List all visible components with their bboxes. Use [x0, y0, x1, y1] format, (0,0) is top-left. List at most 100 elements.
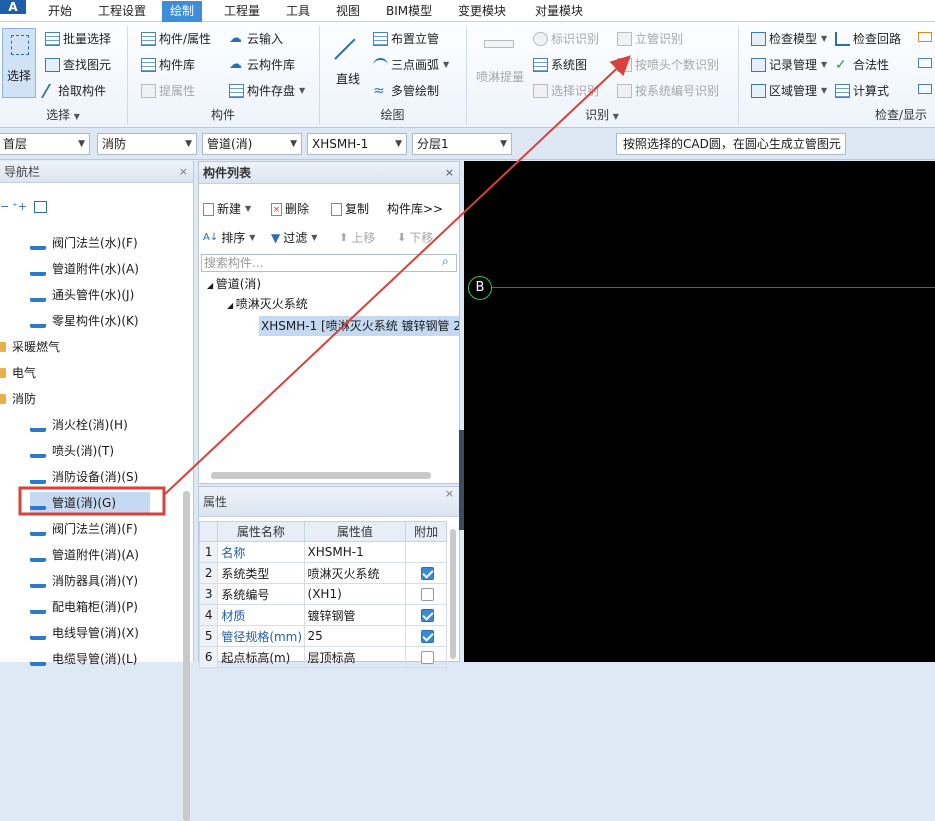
menu-tab[interactable]: 开始	[40, 1, 80, 22]
expand-icon[interactable]: ⁺+	[12, 200, 27, 213]
sort-button[interactable]: A↓ 排序 ▼	[203, 227, 255, 249]
property-value[interactable]: XHSMH-1	[303, 541, 407, 563]
mark-identify-button[interactable]: 标识识别	[533, 28, 599, 50]
tree-root[interactable]: ◢ 管道(消)	[207, 274, 261, 294]
layer-select[interactable]: 分层1 ▼	[412, 133, 512, 155]
nav-item[interactable]: 管道(消)(G)	[30, 492, 150, 514]
nav-item[interactable]: 管道附件(消)(A)	[30, 544, 139, 566]
nav-item[interactable]: 电缆导管(消)(L)	[30, 648, 137, 670]
properties-scrollbar[interactable]	[450, 529, 456, 659]
identify-by-system-number-button[interactable]: 按系统编号识别	[617, 80, 719, 102]
close-icon[interactable]: ×	[179, 161, 188, 183]
legality-button[interactable]: ✓ 合法性	[835, 54, 889, 76]
property-row[interactable]: 4 材质 镀锌钢管	[198, 604, 447, 626]
property-row[interactable]: 5 管径规格(mm) 25	[198, 625, 447, 647]
checkbox[interactable]	[421, 588, 435, 601]
component-library-link[interactable]: 构件库>>	[387, 198, 443, 220]
edit-icon[interactable]	[34, 201, 47, 213]
nav-scrollbar[interactable]	[183, 491, 190, 821]
component-attr-button[interactable]: 构件/属性	[141, 28, 211, 50]
riser-identify-button[interactable]: 立管识别	[617, 28, 683, 50]
property-value[interactable]: 喷淋灭火系统	[303, 562, 407, 584]
close-icon[interactable]: ×	[445, 487, 454, 501]
tree-leaf-selected[interactable]: XHSMH-1 [喷淋灭火系统 镀锌钢管 25]	[259, 316, 459, 336]
property-row[interactable]: 2 系统类型 喷淋灭火系统	[198, 562, 447, 584]
sprinkler-lift-button[interactable]: 喷淋提量	[474, 32, 526, 96]
new-button[interactable]: 新建 ▼	[203, 198, 251, 220]
move-up-button[interactable]: ⬆ 上移	[339, 227, 375, 249]
menu-tab[interactable]: 工程量	[216, 1, 268, 22]
nav-item[interactable]: 采暖燃气	[0, 336, 60, 358]
nav-item[interactable]: 阀门法兰(消)(F)	[30, 518, 138, 540]
more-icon[interactable]	[918, 32, 932, 42]
nav-item[interactable]: 配电箱柜(消)(P)	[30, 596, 138, 618]
drawing-canvas[interactable]: B	[464, 161, 935, 662]
nav-item[interactable]: 通头管件(水)(J)	[30, 284, 134, 306]
collapse-icon[interactable]: −	[0, 200, 9, 213]
nav-item[interactable]: 消防器具(消)(Y)	[30, 570, 138, 592]
menu-tab[interactable]: 对量模块	[527, 1, 591, 22]
nav-item[interactable]: 喷头(消)(T)	[30, 440, 114, 462]
component-save-button[interactable]: 构件存盘 ▼	[229, 80, 305, 102]
delete-button[interactable]: × 删除	[271, 198, 309, 220]
component-library-button[interactable]: 构件库	[141, 54, 195, 76]
menu-tab[interactable]: 视图	[328, 1, 368, 22]
check-model-button[interactable]: 检查模型 ▼	[751, 28, 827, 50]
menu-tab[interactable]: 工具	[278, 1, 318, 22]
area-management-button[interactable]: 区域管理 ▼	[751, 80, 827, 102]
property-value[interactable]: (XH1)	[303, 583, 407, 605]
nav-item[interactable]: 消防设备(消)(S)	[30, 466, 138, 488]
copy-button[interactable]: 复制	[331, 198, 369, 220]
property-row[interactable]: 6 起点标高(m) 层顶标高	[198, 646, 447, 668]
type-select[interactable]: 管道(消) ▼	[202, 133, 302, 155]
menu-tab[interactable]: BIM模型	[378, 1, 440, 22]
three-point-arc-button[interactable]: 三点画弧 ▼	[373, 54, 449, 76]
floor-select[interactable]: 首层 ▼	[0, 133, 90, 155]
move-down-button[interactable]: ⬇ 下移	[397, 227, 433, 249]
cloud-input-button[interactable]: ☁ 云输入	[229, 28, 283, 50]
select-group-label[interactable]: 选择 ▼	[0, 106, 126, 124]
nav-item[interactable]: 消防	[0, 388, 36, 410]
multi-pipe-draw-button[interactable]: ≈ 多管绘制	[373, 80, 439, 102]
close-icon[interactable]: ×	[445, 162, 454, 184]
axis-label-b[interactable]: B	[468, 276, 492, 300]
checkbox[interactable]	[421, 630, 435, 643]
checkbox[interactable]	[421, 567, 435, 580]
more-icon[interactable]	[918, 84, 932, 94]
extract-attr-button[interactable]: 提属性	[141, 80, 195, 102]
system-diagram-button[interactable]: 系统图	[533, 54, 587, 76]
find-element-button[interactable]: 查找图元	[45, 54, 111, 76]
select-button[interactable]: 选择	[2, 28, 36, 98]
batch-select-button[interactable]: 批量选择	[45, 28, 111, 50]
property-value[interactable]: 层顶标高	[303, 646, 407, 668]
component-list-hscrollbar[interactable]	[211, 472, 431, 479]
nav-item[interactable]: 零星构件(水)(K)	[30, 310, 139, 332]
nav-item[interactable]: 阀门法兰(水)(F)	[30, 232, 138, 254]
checkbox[interactable]	[421, 609, 435, 622]
property-value[interactable]: 镀锌钢管	[303, 604, 407, 626]
identify-group-label[interactable]: 识别 ▼	[467, 106, 737, 124]
cloud-library-button[interactable]: ☁ 云构件库	[229, 54, 295, 76]
line-button[interactable]: 直线	[330, 28, 366, 98]
identify-by-head-count-button[interactable]: 按喷头个数识别	[617, 54, 719, 76]
check-loop-button[interactable]: 检查回路	[835, 28, 901, 50]
component-select[interactable]: XHSMH-1 ▼	[307, 133, 407, 155]
nav-item[interactable]: 管道附件(水)(A)	[30, 258, 139, 280]
discipline-select[interactable]: 消防 ▼	[97, 133, 197, 155]
checkbox[interactable]	[421, 651, 435, 664]
nav-item[interactable]: 消火栓(消)(H)	[30, 414, 128, 436]
menu-tab[interactable]: 变更模块	[450, 1, 514, 22]
component-search-input[interactable]: 搜索构件...	[201, 254, 457, 272]
search-icon[interactable]: ⌕	[442, 254, 449, 269]
menu-tab[interactable]: 绘制	[162, 1, 203, 22]
more-icon[interactable]	[918, 58, 932, 68]
select-identify-button[interactable]: 选择识别	[533, 80, 599, 102]
tree-child[interactable]: ◢ 喷淋灭火系统	[227, 294, 308, 314]
nav-item[interactable]: 电线导管(消)(X)	[30, 622, 139, 644]
filter-button[interactable]: ▼ 过滤 ▼	[271, 227, 317, 249]
place-riser-button[interactable]: 布置立管	[373, 28, 439, 50]
property-value[interactable]: 25	[303, 625, 407, 647]
record-management-button[interactable]: 记录管理 ▼	[751, 54, 827, 76]
menu-tab[interactable]: 工程设置	[90, 1, 154, 22]
property-row[interactable]: 1 名称 XHSMH-1	[198, 541, 447, 563]
